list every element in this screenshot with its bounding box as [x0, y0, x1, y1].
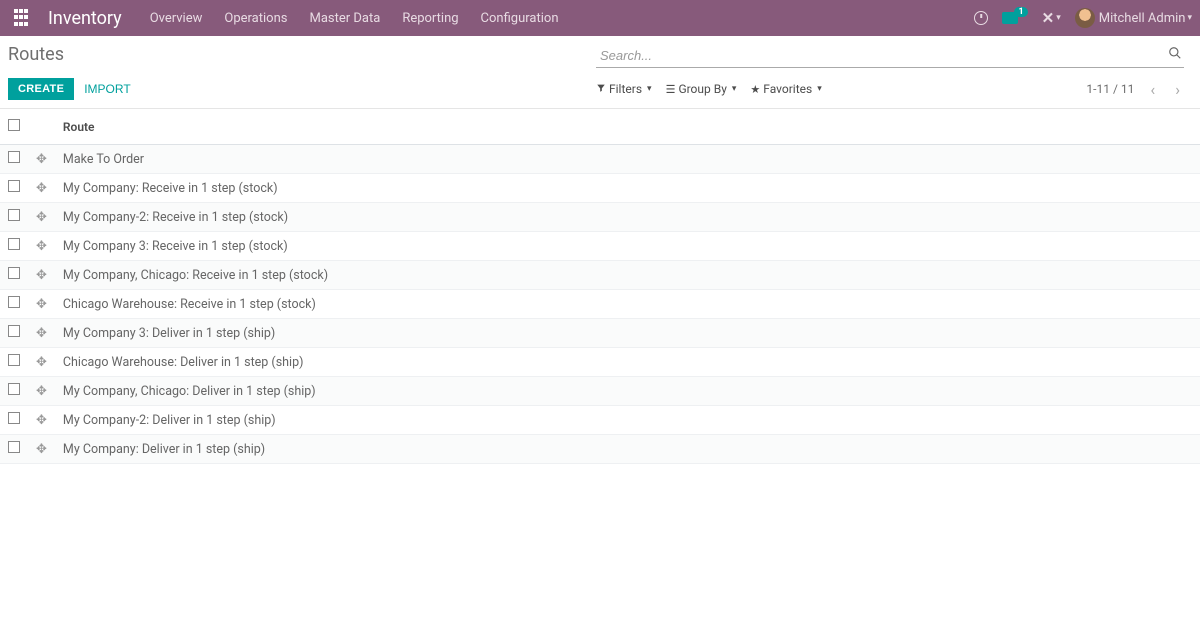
groupby-icon: ☰: [666, 83, 676, 96]
apps-icon[interactable]: [14, 9, 32, 27]
nav-reporting[interactable]: Reporting: [402, 11, 458, 26]
table-row[interactable]: ✥ Chicago Warehouse: Deliver in 1 step (s…: [0, 348, 1200, 377]
table-row[interactable]: ✥ My Company: Deliver in 1 step (ship): [0, 435, 1200, 464]
search-wrap: [596, 44, 1184, 68]
route-name-cell[interactable]: Chicago Warehouse: Deliver in 1 step (sh…: [55, 348, 1200, 377]
table-row[interactable]: ✥ My Company 3: Receive in 1 step (stock): [0, 232, 1200, 261]
favorites-label: Favorites: [763, 82, 812, 96]
table-row[interactable]: ✥ My Company 3: Deliver in 1 step (ship): [0, 319, 1200, 348]
route-name-cell[interactable]: My Company, Chicago: Receive in 1 step (…: [55, 261, 1200, 290]
filter-icon: [596, 83, 606, 96]
route-name-cell[interactable]: My Company: Receive in 1 step (stock): [55, 174, 1200, 203]
breadcrumb: Routes: [8, 44, 596, 65]
drag-handle-icon[interactable]: ✥: [36, 413, 47, 428]
pager-prev[interactable]: ‹: [1146, 80, 1159, 99]
row-checkbox[interactable]: [8, 238, 20, 250]
nav-configuration[interactable]: Configuration: [481, 11, 559, 26]
table-row[interactable]: ✥ Make To Order: [0, 145, 1200, 174]
row-checkbox[interactable]: [8, 412, 20, 424]
nav-links: Overview Operations Master Data Reportin…: [150, 11, 559, 26]
user-menu[interactable]: Mitchell Admin ▾: [1075, 8, 1192, 28]
filters-menu[interactable]: Filters ▾: [596, 82, 652, 96]
pager-next[interactable]: ›: [1171, 80, 1184, 99]
table-row[interactable]: ✥ My Company-2: Receive in 1 step (stock): [0, 203, 1200, 232]
navbar-right: 1 ✕▾ Mitchell Admin ▾: [974, 8, 1192, 28]
app-brand[interactable]: Inventory: [48, 8, 122, 29]
nav-operations[interactable]: Operations: [224, 11, 287, 26]
select-all-checkbox[interactable]: [8, 119, 20, 131]
table-row[interactable]: ✥ My Company-2: Deliver in 1 step (ship): [0, 406, 1200, 435]
drag-handle-icon[interactable]: ✥: [36, 181, 47, 196]
route-name-cell[interactable]: Chicago Warehouse: Receive in 1 step (st…: [55, 290, 1200, 319]
row-checkbox[interactable]: [8, 325, 20, 337]
routes-table: Route ✥ Make To Order ✥ My Company: Receive…: [0, 109, 1200, 464]
route-name-cell[interactable]: My Company: Deliver in 1 step (ship): [55, 435, 1200, 464]
drag-handle-icon[interactable]: ✥: [36, 384, 47, 399]
groupby-label: Group By: [678, 82, 726, 96]
import-button[interactable]: IMPORT: [84, 82, 130, 96]
drag-handle-icon[interactable]: ✥: [36, 239, 47, 254]
nav-overview[interactable]: Overview: [150, 11, 203, 26]
avatar: [1075, 8, 1095, 28]
row-checkbox[interactable]: [8, 180, 20, 192]
route-name-cell[interactable]: My Company 3: Receive in 1 step (stock): [55, 232, 1200, 261]
nav-master-data[interactable]: Master Data: [309, 11, 380, 26]
search-options: Filters ▾ ☰ Group By ▾ ★ Favorites ▾: [596, 82, 822, 96]
search-input[interactable]: [596, 44, 1184, 68]
debug-close-icon[interactable]: ✕▾: [1042, 9, 1061, 27]
drag-handle-icon[interactable]: ✥: [36, 210, 47, 225]
row-checkbox[interactable]: [8, 296, 20, 308]
table-row[interactable]: ✥ My Company, Chicago: Deliver in 1 step …: [0, 377, 1200, 406]
col-header-route[interactable]: Route: [55, 109, 1200, 145]
top-navbar: Inventory Overview Operations Master Dat…: [0, 0, 1200, 36]
row-checkbox[interactable]: [8, 383, 20, 395]
row-checkbox[interactable]: [8, 267, 20, 279]
table-row[interactable]: ✥ My Company: Receive in 1 step (stock): [0, 174, 1200, 203]
drag-handle-icon[interactable]: ✥: [36, 297, 47, 312]
route-name-cell[interactable]: Make To Order: [55, 145, 1200, 174]
route-name-cell[interactable]: My Company, Chicago: Deliver in 1 step (…: [55, 377, 1200, 406]
route-name-cell[interactable]: My Company-2: Receive in 1 step (stock): [55, 203, 1200, 232]
favorites-menu[interactable]: ★ Favorites ▾: [750, 82, 821, 96]
route-name-cell[interactable]: My Company-2: Deliver in 1 step (ship): [55, 406, 1200, 435]
drag-handle-icon[interactable]: ✥: [36, 355, 47, 370]
groupby-menu[interactable]: ☰ Group By ▾: [666, 82, 737, 96]
user-name: Mitchell Admin: [1099, 11, 1186, 26]
table-row[interactable]: ✥ My Company, Chicago: Receive in 1 step …: [0, 261, 1200, 290]
chat-badge: 1: [1014, 7, 1027, 17]
table-row[interactable]: ✥ Chicago Warehouse: Receive in 1 step (s…: [0, 290, 1200, 319]
messaging-icon[interactable]: 1: [1002, 12, 1027, 24]
control-panel: Routes CREATE IMPORT Filters ▾ ☰ Group B…: [0, 36, 1200, 109]
row-checkbox[interactable]: [8, 209, 20, 221]
create-button[interactable]: CREATE: [8, 78, 74, 100]
filters-label: Filters: [609, 82, 642, 96]
drag-handle-icon[interactable]: ✥: [36, 152, 47, 167]
route-name-cell[interactable]: My Company 3: Deliver in 1 step (ship): [55, 319, 1200, 348]
drag-handle-icon[interactable]: ✥: [36, 326, 47, 341]
star-icon: ★: [750, 83, 760, 96]
drag-handle-icon[interactable]: ✥: [36, 442, 47, 457]
row-checkbox[interactable]: [8, 354, 20, 366]
drag-handle-icon[interactable]: ✥: [36, 268, 47, 283]
pager: 1-11 / 11 ‹ ›: [1086, 80, 1184, 99]
row-checkbox[interactable]: [8, 441, 20, 453]
row-checkbox[interactable]: [8, 151, 20, 163]
search-icon[interactable]: [1168, 46, 1182, 64]
pager-range[interactable]: 1-11 / 11: [1086, 82, 1134, 96]
activity-icon[interactable]: [974, 11, 988, 25]
